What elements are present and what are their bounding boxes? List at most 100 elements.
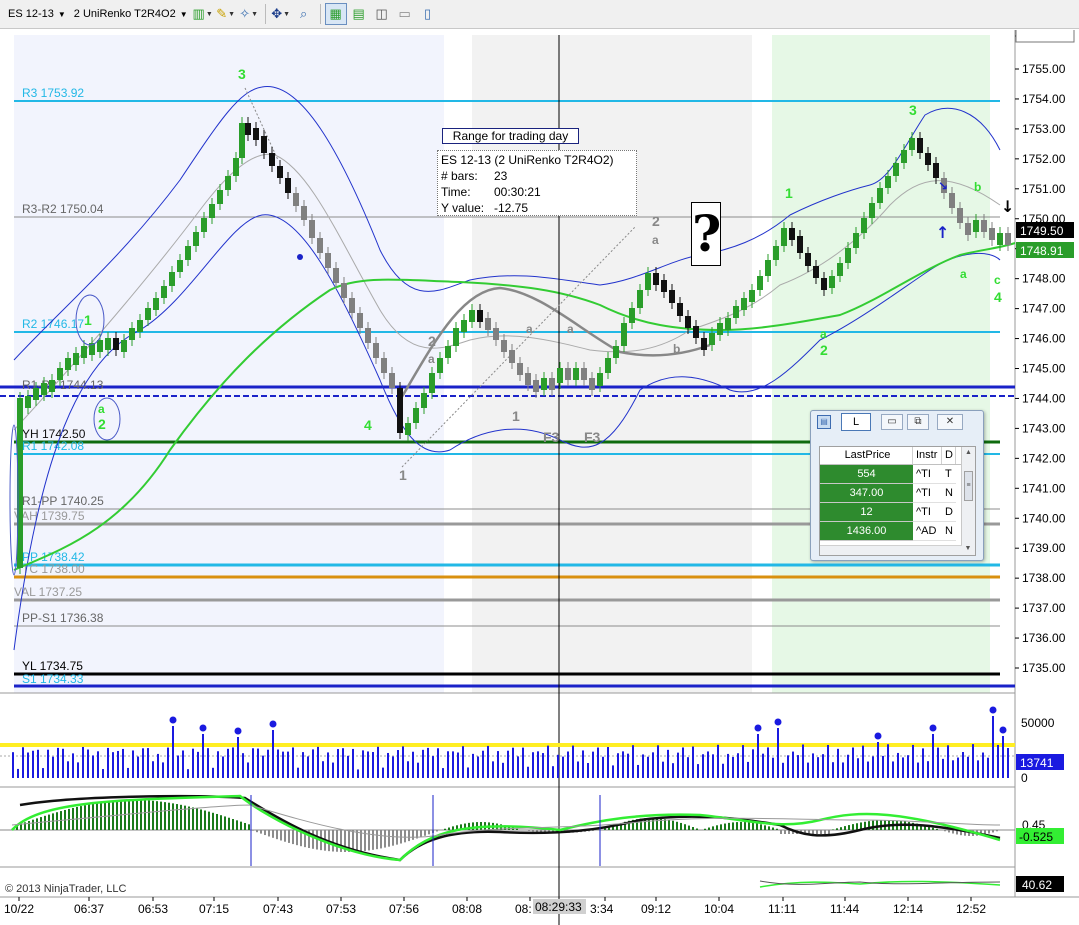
osc-bar — [748, 822, 750, 830]
volume-bar — [767, 747, 769, 778]
price-bar — [637, 290, 643, 308]
osc-bar — [768, 826, 770, 830]
osc-bar — [256, 830, 258, 833]
volume-bar — [352, 748, 354, 778]
volume-bar — [217, 751, 219, 778]
volume-bar — [872, 756, 874, 778]
scroll-thumb[interactable]: ≡ — [964, 471, 973, 501]
price-bar — [757, 276, 763, 290]
wave-label: 2 — [98, 416, 106, 432]
restore-icon[interactable]: ⧉ — [907, 414, 929, 430]
volume-bar — [967, 756, 969, 778]
price-bar — [145, 308, 151, 320]
zoom-icon[interactable]: ⌕ — [293, 3, 315, 25]
scroll-down-icon[interactable]: ▼ — [962, 543, 974, 555]
volume-bar — [47, 749, 49, 778]
osc-bar — [408, 830, 410, 842]
market-analyzer-window[interactable]: ▤ L ▭ ⧉ ✕ LastPrice Instr D 554 ^TI T 347.0… — [810, 410, 984, 561]
osc-bar — [268, 830, 270, 837]
grid-row[interactable]: 12 ^TI D — [820, 503, 975, 522]
osc-bar — [948, 830, 950, 833]
horizontal-scrollbar[interactable] — [820, 545, 962, 555]
volume-bar — [682, 747, 684, 778]
volume-bar — [982, 752, 984, 778]
volume-bar — [957, 757, 959, 778]
column-header-lastprice[interactable]: LastPrice — [820, 447, 913, 464]
scroll-up-icon[interactable]: ▲ — [962, 447, 975, 459]
osc-bar — [516, 828, 518, 830]
grid-row[interactable]: 1436.00 ^AD N — [820, 522, 975, 541]
osc-bar — [708, 827, 710, 830]
volume-bar — [947, 745, 949, 778]
properties-icon[interactable]: ▭ — [394, 3, 416, 25]
grid-row[interactable]: 554 ^TI T — [820, 465, 975, 484]
osc-bar — [336, 830, 338, 852]
time-axis: 10/22 06:37 06:53 07:15 07:43 07:53 07:56 08:08… — [4, 897, 986, 916]
price-bar — [973, 220, 979, 232]
volume-bar — [1007, 748, 1009, 778]
vertical-scrollbar[interactable]: ▲ ≡ ▼ — [961, 447, 975, 555]
market-analyzer-grid[interactable]: LastPrice Instr D 554 ^TI T 347.00 ^TI N 12 ^TI… — [819, 446, 976, 556]
pencil-icon[interactable]: ✎ ▼ — [215, 3, 237, 25]
price-bar — [429, 373, 435, 393]
volume-bar — [612, 765, 614, 778]
link-button[interactable]: L — [841, 413, 871, 431]
crosshair-icon[interactable]: ✥ ▼ — [270, 3, 292, 25]
osc-bar — [84, 805, 86, 830]
bars-icon[interactable]: ▥ ▼ — [192, 3, 214, 25]
price-axis: 1756.21755.001754.001753.001752.001751.0… — [1015, 30, 1066, 675]
price-tick-label: 1747.00 — [1022, 302, 1066, 316]
price-bar — [733, 306, 739, 318]
time-tick-label: 11:44 — [830, 902, 859, 916]
volume-bar — [702, 754, 704, 778]
volume-bar — [717, 744, 719, 778]
osc-bar — [292, 830, 294, 845]
volume-bar — [902, 757, 904, 778]
volume-bar — [82, 746, 84, 778]
cell-lastprice: 554 — [820, 465, 913, 484]
column-header-instr[interactable]: Instr — [913, 447, 942, 464]
volume-bar — [507, 750, 509, 778]
volume-bar — [462, 746, 464, 778]
volume-bar — [122, 748, 124, 778]
data-box-icon[interactable]: ▦ — [324, 3, 347, 25]
volume-bar — [312, 749, 314, 778]
close-icon[interactable]: ✕ — [937, 414, 963, 430]
osc-bar — [196, 808, 198, 830]
volume-bar — [397, 750, 399, 778]
wave-label: 1 — [785, 185, 793, 201]
price-bar — [821, 278, 827, 290]
time-tick-label: 3:34 — [590, 902, 614, 916]
window-titlebar[interactable]: ▤ L ▭ ⧉ ✕ — [811, 411, 983, 433]
price-bar — [129, 328, 135, 340]
volume-current-label: 13741 — [1020, 756, 1054, 770]
osc-bar — [208, 811, 210, 830]
volume-bar — [627, 753, 629, 778]
osc-bar — [144, 800, 146, 830]
volume-bar — [232, 747, 234, 778]
grid-row[interactable]: 347.00 ^TI N — [820, 484, 975, 503]
osc-bar — [692, 827, 694, 830]
price-bar — [717, 323, 723, 335]
minimize-icon[interactable]: ▭ — [881, 414, 903, 430]
volume-bar — [272, 730, 274, 778]
volume-tick-0: 0 — [1021, 771, 1028, 785]
osc-bar — [172, 803, 174, 830]
wand-icon[interactable]: ✧ ▼ — [238, 3, 260, 25]
osc-bar — [376, 830, 378, 850]
osc-bar — [368, 830, 370, 851]
price-bar — [1005, 233, 1011, 245]
volume-bar — [617, 753, 619, 778]
indicator-icon[interactable]: ▤ — [348, 3, 370, 25]
volume-bar — [977, 760, 979, 778]
instrument-selector[interactable]: ES 12-13 ▼ — [4, 3, 70, 25]
volume-spike-dot — [774, 718, 782, 726]
bar-type-selector[interactable]: 2 UniRenko T2R4O2 ▼ — [70, 3, 192, 25]
chart-panel[interactable]: R3 1753.92 R3-R2 1750.04 R2 1746.17 R1-R… — [0, 30, 1079, 925]
price-bar — [541, 378, 547, 390]
column-header-d[interactable]: D — [942, 447, 956, 464]
osc-bar — [200, 809, 202, 830]
price-bar — [405, 423, 411, 435]
chart-trader-icon[interactable]: ▯ — [417, 3, 439, 25]
strategy-icon[interactable]: ◫ — [371, 3, 393, 25]
